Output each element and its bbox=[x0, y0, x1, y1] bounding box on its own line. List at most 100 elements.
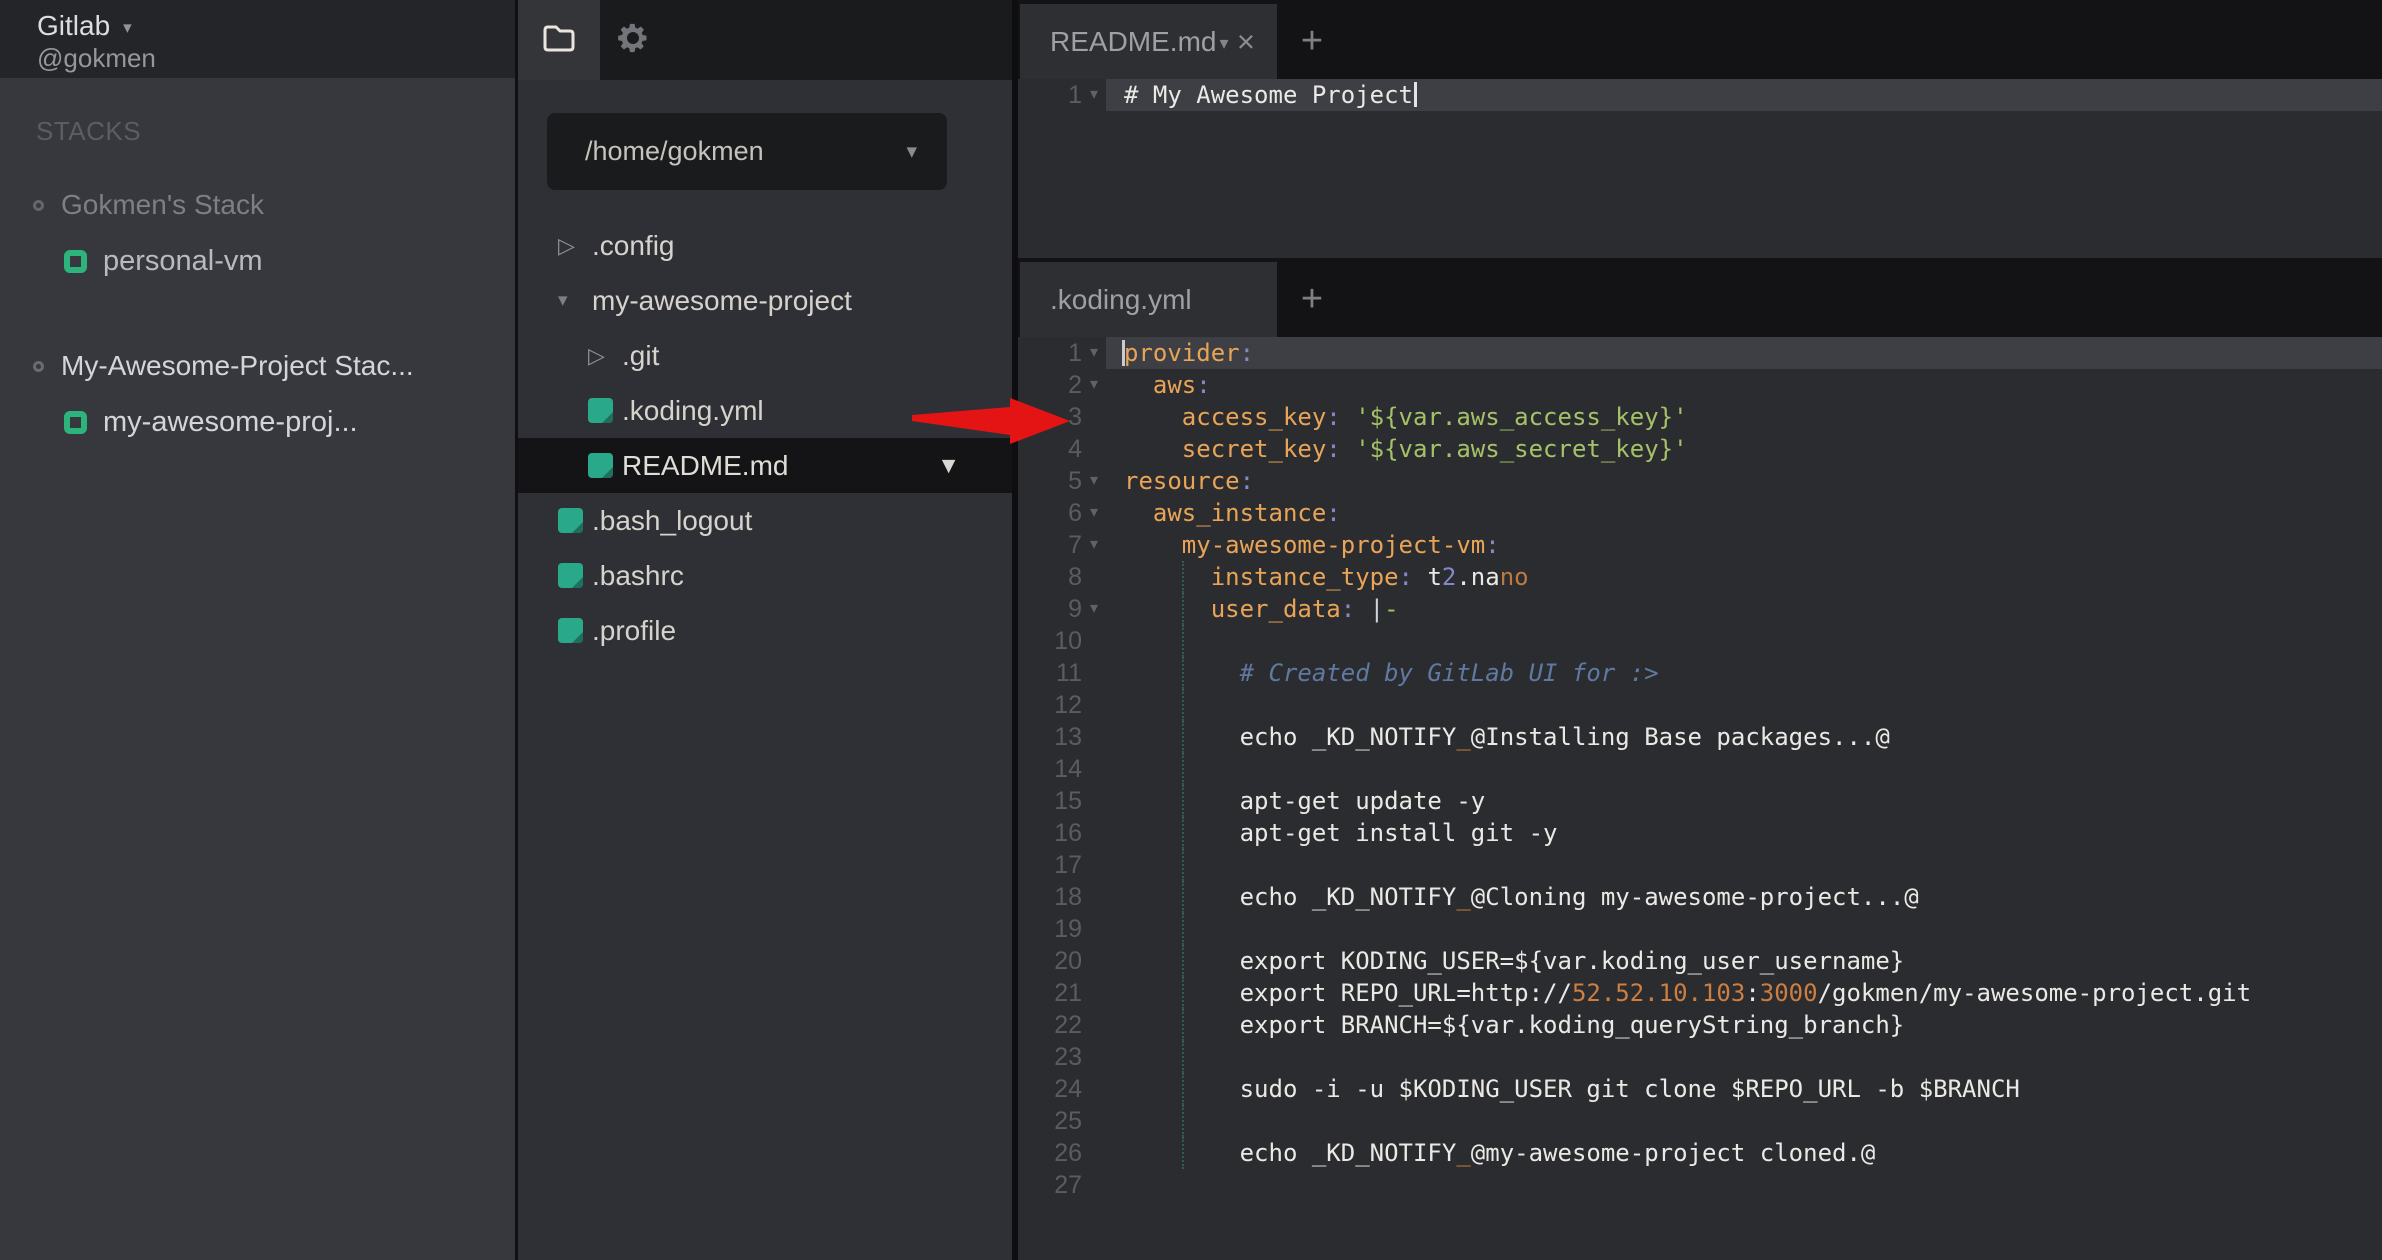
fold-icon[interactable]: ▾ bbox=[1082, 369, 1106, 401]
team-switcher[interactable]: Gitlab ▾ @gokmen bbox=[0, 0, 515, 78]
code-line[interactable]: 21 export REPO_URL=http://52.52.10.103:3… bbox=[1018, 977, 2382, 1009]
files-tab[interactable] bbox=[518, 0, 600, 80]
fold-icon[interactable]: ▾ bbox=[1082, 79, 1106, 111]
line-code: # My Awesome Project bbox=[1106, 79, 2382, 111]
code-token: # Created by GitLab UI for :> bbox=[1240, 659, 1659, 687]
code-line[interactable]: 6▾ aws_instance: bbox=[1018, 497, 2382, 529]
line-gutter: 19 bbox=[1018, 913, 1106, 945]
line-number: 14 bbox=[1054, 753, 1082, 785]
line-code: resource: bbox=[1106, 465, 2382, 497]
line-number: 27 bbox=[1054, 1169, 1082, 1201]
code-line[interactable]: 27 bbox=[1018, 1169, 2382, 1201]
fold-icon bbox=[1082, 401, 1106, 433]
fold-icon[interactable]: ▾ bbox=[1082, 529, 1106, 561]
tree-item-readme-md[interactable]: README.md▼ bbox=[518, 438, 1012, 493]
code-line[interactable]: 11 # Created by GitLab UI for :> bbox=[1018, 657, 2382, 689]
item-menu-caret-icon[interactable]: ▼ bbox=[937, 452, 960, 479]
tree-item-koding-yml[interactable]: .koding.yml bbox=[518, 383, 1012, 438]
line-number: 8 bbox=[1068, 561, 1082, 593]
code-token: : bbox=[1240, 339, 1254, 367]
code-line[interactable]: 16 apt-get install git -y bbox=[1018, 817, 2382, 849]
code-token bbox=[1124, 563, 1211, 591]
tree-item-profile[interactable]: .profile bbox=[518, 603, 1012, 658]
code-line[interactable]: 13 echo _KD_NOTIFY_@Installing Base pack… bbox=[1018, 721, 2382, 753]
stack-title[interactable]: Gokmen's Stack bbox=[0, 189, 515, 221]
code-line[interactable]: 7▾ my-awesome-project-vm: bbox=[1018, 529, 2382, 561]
code-line[interactable]: 4 secret_key: '${var.aws_secret_key}' bbox=[1018, 433, 2382, 465]
vm-item[interactable]: my-awesome-proj... bbox=[0, 406, 515, 439]
tree-item-bash-logout[interactable]: .bash_logout bbox=[518, 493, 1012, 548]
tab-caret-icon[interactable]: ▾ bbox=[1219, 29, 1228, 54]
indent-guide-line bbox=[1182, 1105, 1184, 1137]
line-code: provider: bbox=[1106, 337, 2382, 369]
tree-item-my-awesome-project[interactable]: ▾my-awesome-project bbox=[518, 273, 1012, 328]
path-selector[interactable]: /home/gokmen ▾ bbox=[547, 113, 947, 190]
line-code: export KODING_USER=${var.koding_user_use… bbox=[1106, 945, 2382, 977]
filetree-panel: /home/gokmen ▾ ▷.config▾my-awesome-proje… bbox=[515, 0, 1012, 1260]
code-line[interactable]: 23 bbox=[1018, 1041, 2382, 1073]
tab-readme-md[interactable]: README.md ▾ × bbox=[1020, 4, 1277, 79]
code-line[interactable]: 17 bbox=[1018, 849, 2382, 881]
line-number: 1 bbox=[1068, 337, 1082, 369]
line-number: 5 bbox=[1068, 465, 1082, 497]
code-line[interactable]: 24 sudo -i -u $KODING_USER git clone $RE… bbox=[1018, 1073, 2382, 1105]
code-line[interactable]: 1▾# My Awesome Project bbox=[1018, 79, 2382, 111]
fold-icon bbox=[1082, 753, 1106, 785]
code-line[interactable]: 1▾provider: bbox=[1018, 337, 2382, 369]
code-line[interactable]: 8 instance_type: t2.nano bbox=[1018, 561, 2382, 593]
fold-icon[interactable]: ▾ bbox=[1082, 337, 1106, 369]
line-number: 13 bbox=[1054, 721, 1082, 753]
fold-icon[interactable]: ▾ bbox=[1082, 497, 1106, 529]
file-tree: ▷.config▾my-awesome-project▷.git.koding.… bbox=[518, 218, 1012, 658]
line-code: apt-get update -y bbox=[1106, 785, 2382, 817]
code-line[interactable]: 18 echo _KD_NOTIFY_@Cloning my-awesome-p… bbox=[1018, 881, 2382, 913]
line-gutter: 18 bbox=[1018, 881, 1106, 913]
line-number: 9 bbox=[1068, 593, 1082, 625]
fold-icon[interactable]: ▾ bbox=[1082, 593, 1106, 625]
code-token: 3000 bbox=[1760, 979, 1818, 1007]
tree-item-git[interactable]: ▷.git bbox=[518, 328, 1012, 383]
koding-yml-editor[interactable]: 1▾provider:2▾ aws:3 access_key: '${var.a… bbox=[1018, 337, 2382, 1260]
code-line[interactable]: 14 bbox=[1018, 753, 2382, 785]
code-token: _ bbox=[1456, 1139, 1470, 1167]
code-line[interactable]: 26 echo _KD_NOTIFY_@my-awesome-project c… bbox=[1018, 1137, 2382, 1169]
indent-guide-line bbox=[1182, 881, 1184, 913]
tab-koding-yml[interactable]: .koding.yml bbox=[1020, 262, 1277, 337]
indent-guide-line bbox=[1182, 721, 1184, 753]
code-line[interactable]: 25 bbox=[1018, 1105, 2382, 1137]
fold-icon bbox=[1082, 849, 1106, 881]
disclosure-icon[interactable]: ▾ bbox=[558, 289, 592, 312]
new-tab-button[interactable]: + bbox=[1277, 262, 1347, 337]
code-line[interactable]: 12 bbox=[1018, 689, 2382, 721]
code-line[interactable]: 22 export BRANCH=${var.koding_queryStrin… bbox=[1018, 1009, 2382, 1041]
new-tab-button[interactable]: + bbox=[1277, 4, 1347, 79]
line-code bbox=[1106, 913, 2382, 945]
close-icon[interactable]: × bbox=[1237, 26, 1255, 57]
indent-guide-line bbox=[1182, 945, 1184, 977]
fold-icon bbox=[1082, 1137, 1106, 1169]
readme-editor[interactable]: 1▾# My Awesome Project bbox=[1018, 79, 2382, 258]
code-line[interactable]: 10 bbox=[1018, 625, 2382, 657]
code-line[interactable]: 20 export KODING_USER=${var.koding_user_… bbox=[1018, 945, 2382, 977]
code-line[interactable]: 15 apt-get update -y bbox=[1018, 785, 2382, 817]
disclosure-icon[interactable]: ▷ bbox=[588, 343, 622, 369]
code-line[interactable]: 9▾ user_data: |- bbox=[1018, 593, 2382, 625]
tree-item-bashrc[interactable]: .bashrc bbox=[518, 548, 1012, 603]
stacks-list: Gokmen's Stack personal-vm My-Awesome-Proj… bbox=[0, 189, 515, 439]
vm-item[interactable]: personal-vm bbox=[0, 245, 515, 278]
code-token: 52.52.10.103 bbox=[1572, 979, 1745, 1007]
code-token bbox=[1124, 403, 1182, 431]
line-number: 24 bbox=[1054, 1073, 1082, 1105]
tree-item-config[interactable]: ▷.config bbox=[518, 218, 1012, 273]
stack-title[interactable]: My-Awesome-Project Stac... bbox=[0, 350, 515, 382]
code-line[interactable]: 19 bbox=[1018, 913, 2382, 945]
code-token: echo _KD_NOTIFY bbox=[1124, 1139, 1456, 1167]
code-line[interactable]: 2▾ aws: bbox=[1018, 369, 2382, 401]
disclosure-icon[interactable]: ▷ bbox=[558, 233, 592, 259]
fold-icon[interactable]: ▾ bbox=[1082, 465, 1106, 497]
code-line[interactable]: 5▾resource: bbox=[1018, 465, 2382, 497]
settings-button[interactable] bbox=[600, 0, 666, 80]
code-line[interactable]: 3 access_key: '${var.aws_access_key}' bbox=[1018, 401, 2382, 433]
bottom-pane: .koding.yml + 1▾provider:2▾ aws:3 access… bbox=[1018, 258, 2382, 1260]
line-gutter: 9▾ bbox=[1018, 593, 1106, 625]
